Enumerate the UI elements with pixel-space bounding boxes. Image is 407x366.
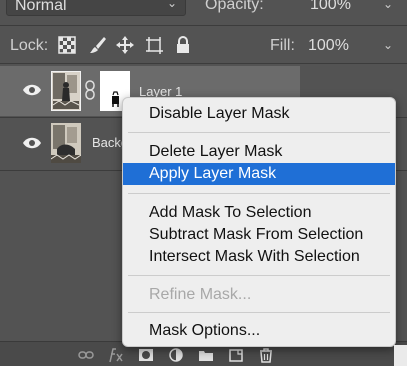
fill-chevron-icon[interactable]: ⌄ <box>383 38 393 52</box>
layer-thumbnail[interactable] <box>51 71 81 111</box>
layer-mask-context-menu: Disable Layer Mask Delete Layer Mask App… <box>122 97 396 347</box>
blend-mode-select[interactable]: Normal ⌄ <box>6 0 186 16</box>
fill-label: Fill: <box>270 37 295 54</box>
blend-mode-value: Normal <box>15 0 67 14</box>
menu-separator <box>128 275 390 276</box>
lock-artboard-icon[interactable] <box>143 34 165 56</box>
new-layer-icon[interactable] <box>228 347 244 363</box>
chevron-down-icon: ⌄ <box>166 0 177 10</box>
folder-icon[interactable] <box>198 347 214 363</box>
lock-position-icon[interactable] <box>114 34 136 56</box>
menu-item-delete-layer-mask[interactable]: Delete Layer Mask <box>123 141 395 163</box>
fx-icon[interactable] <box>107 347 123 363</box>
menu-separator <box>128 312 390 313</box>
lock-row: Lock: Fill: 100% ⌄ <box>0 30 407 60</box>
menu-item-subtract-mask-from-selection[interactable]: Subtract Mask From Selection <box>123 224 395 246</box>
trash-icon[interactable] <box>258 347 274 363</box>
eye-icon[interactable] <box>22 136 42 150</box>
add-mask-icon[interactable] <box>138 347 154 363</box>
divider <box>0 63 407 64</box>
menu-item-mask-options[interactable]: Mask Options... <box>123 320 395 342</box>
link-chain-icon[interactable] <box>84 80 96 100</box>
adjustment-icon[interactable] <box>168 347 184 363</box>
lock-transparent-pixels-icon[interactable] <box>56 34 78 56</box>
lock-all-icon[interactable] <box>172 34 194 56</box>
eye-icon[interactable] <box>22 83 42 97</box>
divider <box>0 25 407 26</box>
menu-item-intersect-mask-with-selection[interactable]: Intersect Mask With Selection <box>123 246 395 268</box>
opacity-value[interactable]: 100% <box>310 0 351 14</box>
layer-thumbnail[interactable] <box>51 123 81 163</box>
opacity-label: Opacity: <box>205 0 264 13</box>
lock-image-pixels-icon[interactable] <box>86 34 108 56</box>
menu-separator <box>128 132 390 133</box>
menu-item-add-mask-to-selection[interactable]: Add Mask To Selection <box>123 202 395 224</box>
fill-value[interactable]: 100% <box>308 37 349 55</box>
canvas-edge <box>394 345 407 366</box>
lock-label: Lock: <box>10 37 49 54</box>
menu-item-apply-layer-mask[interactable]: Apply Layer Mask <box>123 163 395 185</box>
menu-item-disable-layer-mask[interactable]: Disable Layer Mask <box>123 103 395 125</box>
link-icon[interactable] <box>78 347 94 363</box>
blend-opacity-row: Normal ⌄ Opacity: 100% ⌄ <box>0 0 407 16</box>
opacity-chevron-icon[interactable]: ⌄ <box>383 0 393 11</box>
menu-item-refine-mask: Refine Mask... <box>149 286 252 303</box>
menu-separator <box>128 193 390 194</box>
